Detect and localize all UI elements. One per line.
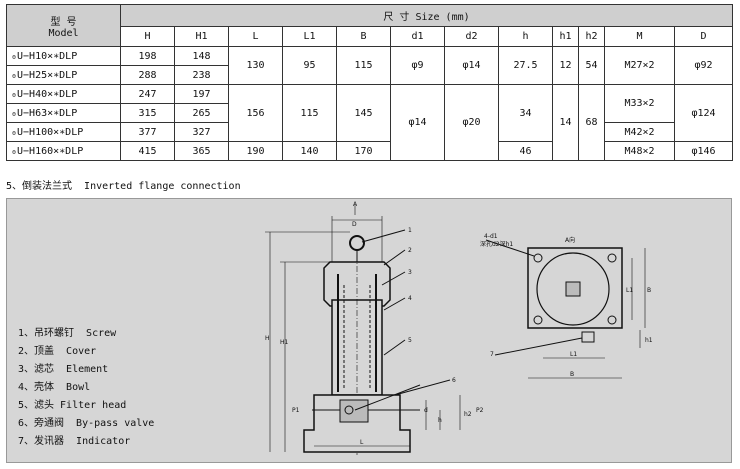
port-p2-label: P2	[476, 407, 484, 414]
dim-h2-label: h2	[464, 411, 472, 418]
callout-2: 2	[408, 247, 412, 254]
callout-1: 1	[408, 227, 412, 234]
dim-h1-label: H1	[280, 339, 289, 346]
callout-3: 3	[408, 269, 412, 276]
dim-l1-vert-label: L1	[626, 287, 633, 294]
callout-4: 4	[408, 295, 412, 302]
dim-h-label: H	[265, 335, 270, 342]
technical-drawing: A D H H1 L P1 P2 d h h2 1 2 3 4 5 6 A向 4…	[265, 201, 653, 455]
dim-l1-label: L1	[570, 351, 577, 358]
dim-small-d-label: d	[424, 407, 428, 414]
dim-b-vert-label: B	[647, 287, 651, 294]
dim-small-h-label: h	[438, 417, 442, 424]
callout-5: 5	[408, 337, 412, 344]
callout-6: 6	[452, 377, 456, 384]
dim-h1-small-label: h1	[645, 337, 653, 344]
hole-depth-note: 深孔d2深h1	[480, 240, 513, 248]
view-a-title: A向	[565, 236, 575, 244]
callout-7: 7	[490, 351, 494, 358]
filter-top-view	[485, 239, 646, 379]
dim-d-label: D	[352, 221, 357, 228]
filter-side-view	[265, 205, 461, 455]
port-p1-label: P1	[292, 407, 300, 414]
view-a-arrow-label: A	[353, 201, 358, 208]
hole-spec-label: 4-d1	[484, 233, 498, 240]
dim-b-label: B	[570, 371, 574, 378]
